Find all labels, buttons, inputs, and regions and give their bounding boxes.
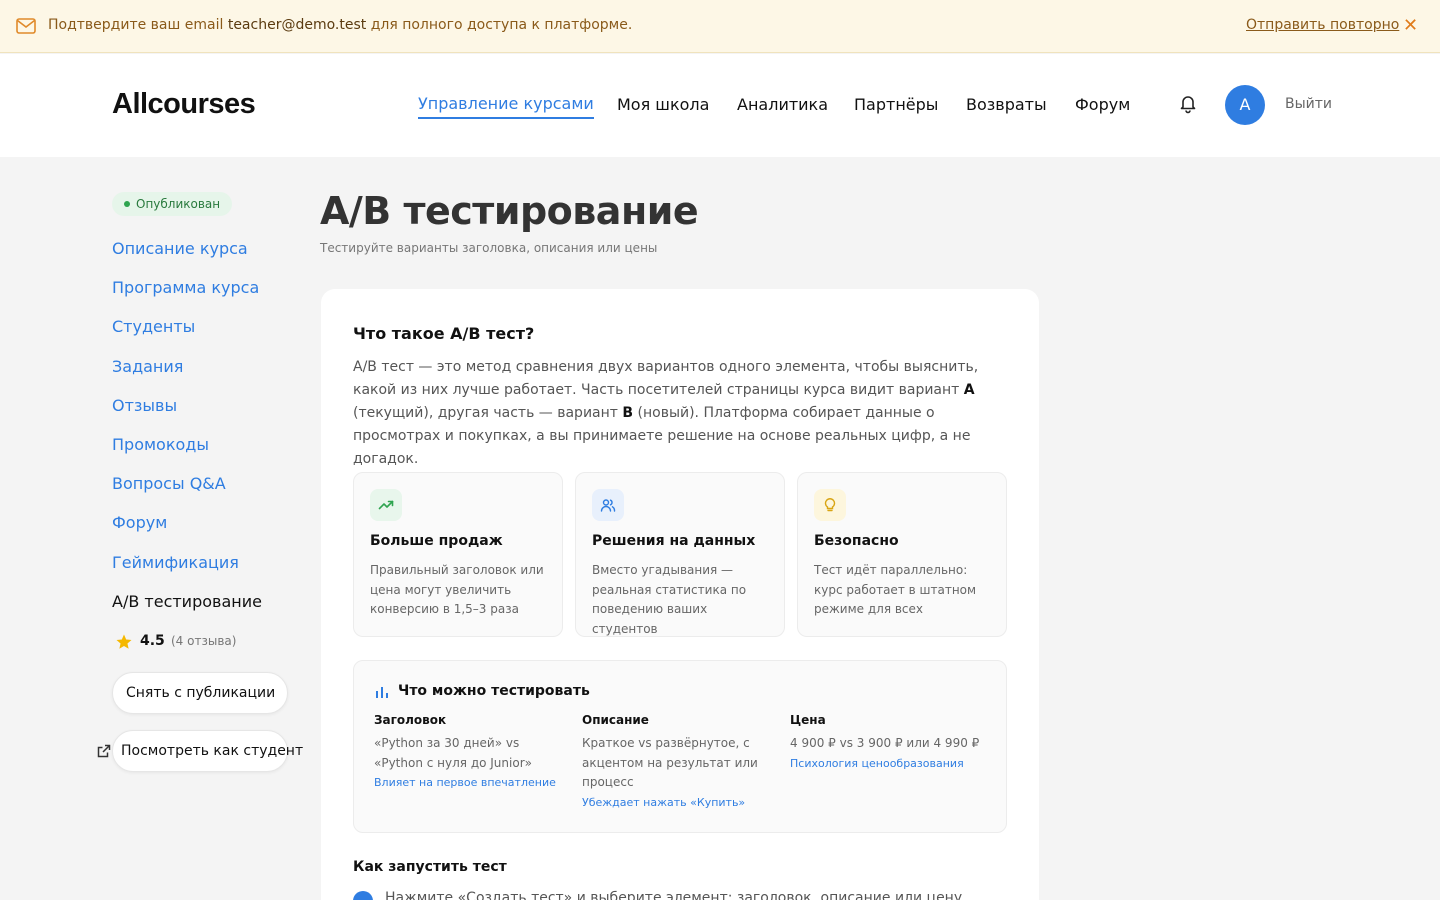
status-dot (124, 201, 130, 207)
status-badge: Опубликован (112, 192, 233, 216)
column-title: Заголовок (374, 713, 447, 727)
feature-title: Больше продаж (370, 533, 503, 549)
column-link[interactable]: Психология ценообразования (790, 754, 985, 774)
feature-title: Решения на данных (592, 533, 756, 549)
bar-chart-icon (376, 687, 388, 698)
feature-icon-bg (814, 489, 846, 521)
step-number (353, 891, 373, 900)
feature-card-more-sales: Больше продаж Правильный заголовок или ц… (353, 472, 563, 637)
unpublish-button[interactable]: Снять с публикации (112, 672, 288, 714)
sidebar-item-promocodes[interactable]: Промокоды (112, 435, 209, 454)
close-icon[interactable]: ✕ (1403, 16, 1418, 36)
banner-message: Подтвердите ваш email teacher@demo.test … (48, 17, 633, 33)
trending-up-icon (378, 500, 394, 510)
feature-icon-bg (370, 489, 402, 521)
external-link-icon (97, 744, 111, 758)
ab-info-card: Что такое A/B тест? A/B тест — это метод… (321, 289, 1039, 900)
lightbulb-icon (824, 498, 836, 512)
what-to-test-box: Что можно тестировать Заголовок «Python … (353, 660, 1007, 833)
column-title: Описание (582, 713, 649, 727)
sidebar-item-gamification[interactable]: Геймификация (112, 553, 239, 572)
feature-icon-bg (592, 489, 624, 521)
sidebar-item-assignments[interactable]: Задания (112, 357, 183, 376)
sidebar-item-ab-testing[interactable]: A/B тестирование (112, 592, 262, 611)
feature-desc: Вместо угадывания — реальная статистика … (592, 563, 747, 636)
resend-link[interactable]: Отправить повторно (1246, 17, 1399, 33)
column-desc: Краткое vs развёрнутое, с акцентом на ре… (582, 736, 758, 789)
sidebar-item-qa[interactable]: Вопросы Q&A (112, 474, 226, 493)
card-heading: Что такое A/B тест? (353, 324, 535, 343)
feature-card-safe: Безопасно Тест идёт параллельно: курс ра… (797, 472, 1007, 637)
logo[interactable]: Allcourses (112, 88, 256, 121)
column-desc: «Python за 30 дней» vs «Python с нуля до… (374, 736, 532, 770)
feature-card-data-decisions: Решения на данных Вместо угадывания — ре… (575, 472, 785, 637)
logout-button[interactable]: Выйти (1285, 96, 1332, 112)
nav-my-school[interactable]: Моя школа (617, 95, 709, 114)
banner-email: teacher@demo.test (227, 17, 367, 33)
test-column-title: Заголовок «Python за 30 дней» vs «Python… (374, 713, 569, 793)
nav-refunds[interactable]: Возвраты (966, 95, 1047, 114)
feature-title: Безопасно (814, 533, 899, 549)
nav-partners[interactable]: Партнёры (854, 95, 938, 114)
feature-desc: Правильный заголовок или цена могут увел… (370, 563, 544, 616)
avatar[interactable]: A (1225, 85, 1265, 125)
mail-icon (16, 18, 36, 34)
column-desc: 4 900 ₽ vs 3 900 ₽ или 4 990 ₽ (790, 736, 980, 750)
bell-icon[interactable] (1177, 92, 1199, 114)
view-as-student-button[interactable]: Посмотреть как студент (112, 730, 303, 772)
email-confirmation-banner: Подтвердите ваш email teacher@demo.test … (0, 0, 1440, 53)
column-link[interactable]: Убеждает нажать «Купить» (582, 793, 777, 813)
column-link[interactable]: Влияет на первое впечатление (374, 773, 569, 793)
nav-forum[interactable]: Форум (1075, 95, 1130, 114)
test-column-price: Цена 4 900 ₽ vs 3 900 ₽ или 4 990 ₽ Псих… (790, 713, 985, 774)
rating-count: (4 отзыва) (171, 634, 237, 648)
page-subtitle: Тестируйте варианты заголовка, описания … (320, 241, 658, 255)
how-to-heading: Как запустить тест (353, 859, 507, 875)
star-icon (116, 634, 132, 649)
rating-value: 4.5 (140, 633, 165, 649)
sidebar-item-description[interactable]: Описание курса (112, 239, 248, 258)
nav-analytics[interactable]: Аналитика (737, 95, 828, 114)
test-column-description: Описание Краткое vs развёрнутое, с акцен… (582, 713, 777, 813)
sidebar-item-reviews[interactable]: Отзывы (112, 396, 177, 415)
sidebar-item-program[interactable]: Программа курса (112, 278, 259, 297)
sidebar-item-students[interactable]: Студенты (112, 317, 195, 336)
feature-desc: Тест идёт параллельно: курс работает в ш… (814, 563, 977, 616)
page-title: A/B тестирование (320, 189, 699, 233)
sidebar-item-forum[interactable]: Форум (112, 513, 167, 532)
intro-text: A/B тест — это метод сравнения двух вари… (353, 359, 979, 467)
nav-course-management[interactable]: Управление курсами (418, 94, 594, 119)
step-text: Нажмите «Создать тест» и выберите элемен… (385, 890, 963, 900)
column-title: Цена (790, 713, 826, 727)
users-icon (600, 499, 616, 512)
what-to-test-heading: Что можно тестировать (398, 683, 590, 699)
